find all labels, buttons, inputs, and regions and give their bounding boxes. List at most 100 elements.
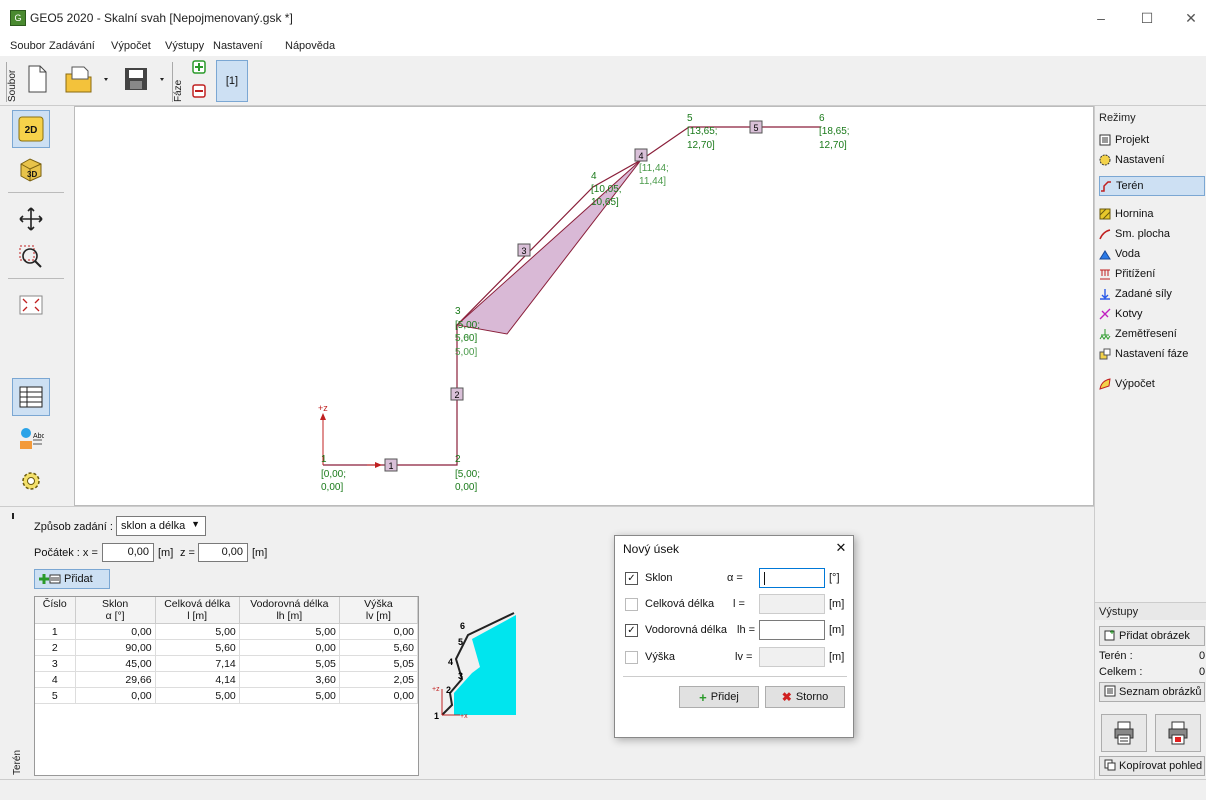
table-row[interactable]: 3 45,00 7,14 5,05 5,05 xyxy=(35,655,419,672)
origin-z-field[interactable]: 0,00 xyxy=(198,543,248,562)
app-icon: G xyxy=(10,10,26,26)
svg-text:[5,00;: [5,00; xyxy=(455,469,480,480)
save-file-icon[interactable] xyxy=(120,64,168,94)
svg-text:5: 5 xyxy=(687,113,693,124)
menu-vystupy[interactable]: Výstupy xyxy=(165,40,204,52)
slope-input[interactable] xyxy=(759,568,825,588)
menu-nastaveni[interactable]: Nastavení xyxy=(213,40,263,52)
phase-settings-icon xyxy=(1099,348,1111,360)
file-group-label: Soubor xyxy=(6,62,20,102)
table-view-button[interactable] xyxy=(12,378,50,416)
menu-vypocet[interactable]: Výpočet xyxy=(111,40,151,52)
terrain-point[interactable]: 1 [0,00; 0,00] xyxy=(321,454,346,493)
col-horizontal-length[interactable]: Vodorovná délka lh [m] xyxy=(239,597,340,624)
add-phase-icon[interactable] xyxy=(192,60,206,74)
drawing-canvas[interactable]: +z 1 2 3 4 5 1 [0,00; 0,00] 2 [5,00; 0,0… xyxy=(74,106,1094,506)
water-icon xyxy=(1099,248,1111,260)
svg-text:6: 6 xyxy=(460,621,465,631)
table-row[interactable]: 5 0,00 5,00 5,00 0,00 xyxy=(35,687,419,704)
menu-soubor[interactable]: Soubor xyxy=(10,40,45,52)
svg-text:12,70]: 12,70] xyxy=(819,140,847,151)
segment-marker[interactable]: 5 xyxy=(749,120,763,134)
pan-button[interactable] xyxy=(12,200,50,238)
plus-icon: + xyxy=(699,689,707,705)
svg-text:3: 3 xyxy=(455,306,461,317)
svg-text:+x: +x xyxy=(460,713,468,720)
mode-kotvy[interactable]: Kotvy xyxy=(1099,304,1205,324)
panel-pin-icon[interactable] xyxy=(12,513,14,519)
horizontal-length-input[interactable] xyxy=(759,620,825,640)
slope-checkbox[interactable]: ✓ xyxy=(625,572,638,585)
input-mode-value: sklon a délka xyxy=(121,520,186,532)
menu-napoveda[interactable]: Nápověda xyxy=(285,40,335,52)
col-height[interactable]: Výška lv [m] xyxy=(339,597,419,624)
origin-x-field[interactable]: 0,00 xyxy=(102,543,154,562)
labels-icon: Abc xyxy=(20,428,44,449)
settings-button[interactable] xyxy=(12,462,50,500)
calculation-icon xyxy=(1099,378,1111,390)
mode-projekt[interactable]: Projekt xyxy=(1099,130,1205,150)
terrain-point[interactable]: 6 [18,65; 12,70] xyxy=(819,113,850,151)
segment-marker[interactable]: 3 xyxy=(517,243,531,257)
print-button[interactable] xyxy=(1101,714,1147,752)
view-3d-button[interactable]: 3D xyxy=(12,150,50,188)
mode-zemetreseni[interactable]: Zemětřesení xyxy=(1099,324,1205,344)
svg-text:10,65]: 10,65] xyxy=(591,197,619,208)
add-button[interactable]: + Přidej xyxy=(679,686,759,708)
mode-voda[interactable]: Voda xyxy=(1099,244,1205,264)
svg-text:12,70]: 12,70] xyxy=(687,140,715,151)
teren-pictures-count: 0 xyxy=(1199,650,1206,662)
col-number[interactable]: Číslo xyxy=(35,597,76,624)
new-file-icon[interactable] xyxy=(24,64,50,94)
copy-view-button[interactable]: Kopírovat pohled xyxy=(1099,756,1205,776)
close-button[interactable]: ✕ xyxy=(1176,6,1206,30)
mode-vypocet[interactable]: Výpočet xyxy=(1099,374,1205,394)
mode-pritizeni[interactable]: Přitížení xyxy=(1099,264,1205,284)
labels-button[interactable]: Abc xyxy=(12,420,50,458)
maximize-button[interactable]: ☐ xyxy=(1132,6,1162,30)
horizontal-length-checkbox[interactable]: ✓ xyxy=(625,624,638,637)
col-total-length[interactable]: Celková délka l [m] xyxy=(155,597,240,624)
segment-marker[interactable]: 4 xyxy=(634,148,648,162)
terrain-point[interactable]: 4 [10,05; 10,65] xyxy=(591,171,622,208)
phase-tab-1[interactable]: [1] xyxy=(216,60,248,102)
mode-hornina[interactable]: Hornina xyxy=(1099,204,1205,224)
height-checkbox[interactable] xyxy=(625,651,638,664)
view-2d-button[interactable]: 2D xyxy=(12,110,50,148)
print-preview-button[interactable] xyxy=(1155,714,1201,752)
table-row[interactable]: 2 90,00 5,60 0,00 5,60 xyxy=(35,639,419,656)
svg-text:2: 2 xyxy=(446,685,451,695)
remove-phase-icon[interactable] xyxy=(192,84,206,98)
segment-marker[interactable]: 2 xyxy=(450,387,464,401)
segment-marker[interactable]: 1 xyxy=(384,458,398,472)
add-picture-button[interactable]: Přidat obrázek xyxy=(1099,626,1205,646)
mode-zadane-sily[interactable]: Zadané síly xyxy=(1099,284,1205,304)
list-pictures-button[interactable]: Seznam obrázků xyxy=(1099,682,1205,702)
mode-teren[interactable]: Terén xyxy=(1099,176,1205,196)
total-pictures-label: Celkem : xyxy=(1099,666,1143,678)
input-mode-select[interactable]: sklon a délka ▼ xyxy=(116,516,206,536)
table-row[interactable]: 1 0,00 5,00 5,00 0,00 xyxy=(35,623,419,640)
total-length-checkbox[interactable] xyxy=(625,598,638,611)
menu-zadavani[interactable]: Zadávání xyxy=(49,40,95,52)
dialog-close-icon[interactable]: ✕ xyxy=(831,540,851,558)
terrain-point[interactable]: 2 [5,00; 0,00] xyxy=(455,454,480,493)
mode-nastaveni-faze[interactable]: Nastavení fáze xyxy=(1099,344,1205,364)
mode-nastaveni[interactable]: Nastavení xyxy=(1099,150,1205,170)
open-file-icon[interactable] xyxy=(62,64,110,94)
slope-label: Sklon xyxy=(645,572,673,584)
add-segment-button[interactable]: Přidat xyxy=(34,569,110,589)
col-slope[interactable]: Sklon α [°] xyxy=(75,597,156,624)
segments-table[interactable]: Číslo Sklon α [°] Celková délka l [m] Vodo… xyxy=(34,596,419,776)
minimize-button[interactable]: – xyxy=(1086,6,1116,30)
cancel-button[interactable]: ✖ Storno xyxy=(765,686,845,708)
terrain-point[interactable]: 5 [13,65; 12,70] xyxy=(687,113,718,151)
svg-text:1: 1 xyxy=(434,711,439,721)
total-length-input xyxy=(759,594,825,614)
svg-text:0,00]: 0,00] xyxy=(455,482,477,493)
surcharge-icon xyxy=(1099,268,1111,280)
mode-sm-plocha[interactable]: Sm. plocha xyxy=(1099,224,1205,244)
zoom-fit-button[interactable] xyxy=(12,286,50,324)
table-row[interactable]: 4 29,66 4,14 3,60 2,05 xyxy=(35,671,419,688)
zoom-window-button[interactable] xyxy=(12,238,50,276)
